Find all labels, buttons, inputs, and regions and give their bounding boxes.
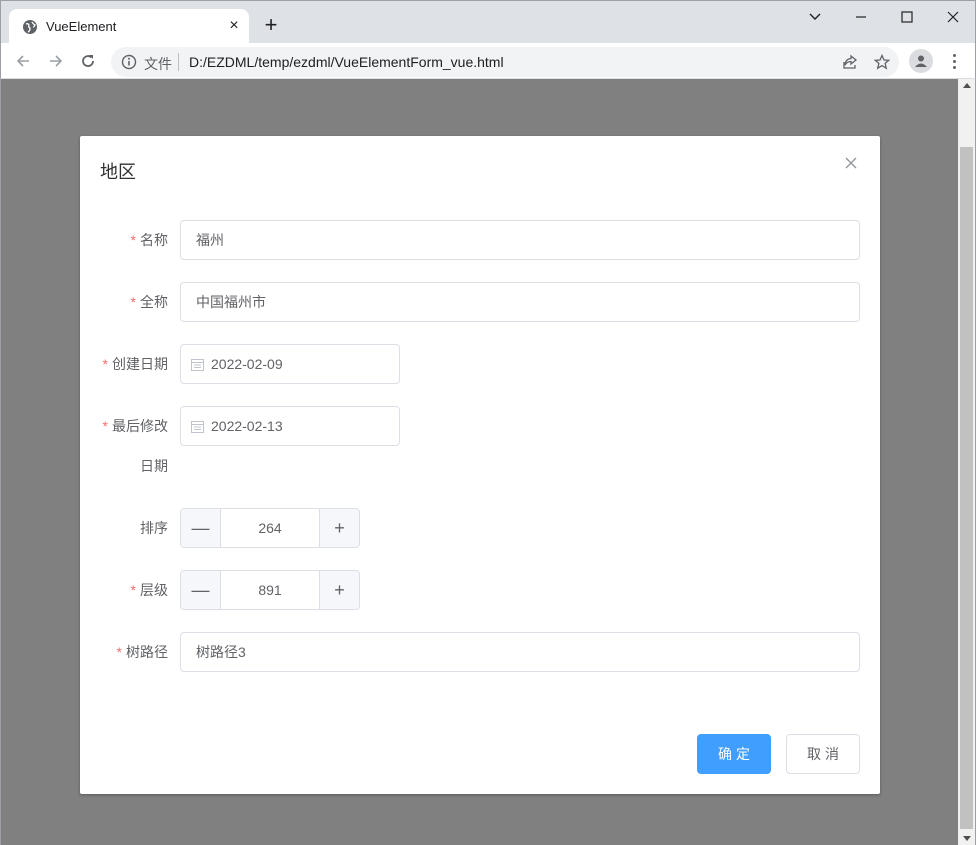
form-item-level: * 层级 — 891 +	[80, 570, 880, 610]
tree-path-label: * 树路径	[116, 644, 168, 660]
tree-path-input[interactable]: 树路径3	[180, 632, 860, 672]
bookmark-star-icon[interactable]	[874, 54, 890, 70]
full-name-label: * 全称	[130, 294, 168, 310]
tab-close-icon[interactable]: ×	[225, 17, 243, 35]
level-value[interactable]: 891	[221, 571, 319, 609]
address-bar[interactable]: 文件 D:/EZDML/temp/ezdml/VueElementForm_vu…	[111, 47, 899, 77]
more-menu-icon[interactable]	[944, 49, 964, 73]
created-date-label: * 创建日期	[102, 356, 168, 372]
created-date-value: 2022-02-09	[211, 356, 283, 372]
calendar-icon	[191, 421, 204, 433]
form-item-created-date: * 创建日期 2022-02-09	[80, 344, 880, 384]
form-item-name: * 名称 福州	[80, 220, 880, 260]
profile-avatar-icon[interactable]	[909, 49, 933, 73]
level-decrement-button[interactable]: —	[181, 571, 221, 609]
cancel-button[interactable]: 取消	[786, 734, 860, 774]
sort-increment-button[interactable]: +	[319, 509, 359, 547]
scroll-thumb[interactable]	[960, 147, 973, 829]
minimize-icon[interactable]	[838, 5, 884, 29]
level-increment-button[interactable]: +	[319, 571, 359, 609]
browser-toolbar: 文件 D:/EZDML/temp/ezdml/VueElementForm_vu…	[0, 43, 976, 79]
scroll-down-arrow-icon[interactable]	[963, 836, 971, 841]
sort-number-input: — 264 +	[180, 508, 360, 548]
form-item-sort: 排序 — 264 +	[80, 508, 880, 548]
info-icon[interactable]	[121, 54, 137, 70]
sort-label: 排序	[140, 520, 168, 536]
globe-icon	[23, 20, 37, 34]
form-item-modified-date: * 最后修改 日期 2022-02-13	[80, 406, 880, 474]
calendar-icon	[191, 359, 204, 371]
sort-decrement-button[interactable]: —	[181, 509, 221, 547]
region-dialog: 地区 * 名称 福州 * 全称 中国福州市 * 创建日期 2022-02-09 * 最后…	[80, 136, 880, 794]
modified-date-value: 2022-02-13	[211, 418, 283, 434]
dialog-close-icon[interactable]	[844, 156, 858, 170]
modified-date-picker[interactable]: 2022-02-13	[180, 406, 400, 446]
level-number-input: — 891 +	[180, 570, 360, 610]
browser-tab-bar: VueElement × +	[0, 0, 976, 44]
window-close-icon[interactable]	[930, 5, 976, 29]
form-item-full-name: * 全称 中国福州市	[80, 282, 880, 322]
forward-arrow-icon[interactable]	[44, 49, 68, 73]
sort-value[interactable]: 264	[221, 509, 319, 547]
modified-date-label: * 最后修改 日期	[102, 418, 168, 474]
reload-icon[interactable]	[76, 49, 100, 73]
share-icon[interactable]	[842, 54, 858, 70]
created-date-picker[interactable]: 2022-02-09	[180, 344, 400, 384]
tab-title: VueElement	[46, 19, 117, 34]
full-name-input[interactable]: 中国福州市	[180, 282, 860, 322]
omnibox-divider	[178, 53, 179, 71]
maximize-icon[interactable]	[884, 5, 930, 29]
new-tab-button[interactable]: +	[260, 14, 282, 36]
vertical-scrollbar[interactable]	[958, 79, 976, 845]
tab-search-chevron-icon[interactable]	[792, 5, 838, 29]
name-input[interactable]: 福州	[180, 220, 860, 260]
browser-tab[interactable]: VueElement ×	[9, 9, 249, 44]
level-label: * 层级	[130, 582, 168, 598]
url-text[interactable]: D:/EZDML/temp/ezdml/VueElementForm_vue.h…	[189, 54, 504, 70]
scroll-up-arrow-icon[interactable]	[963, 83, 971, 88]
dialog-title: 地区	[100, 162, 136, 182]
back-arrow-icon[interactable]	[11, 49, 35, 73]
scheme-label: 文件	[144, 56, 172, 72]
form-item-tree-path: * 树路径 树路径3	[80, 632, 880, 672]
confirm-button[interactable]: 确定	[697, 734, 771, 774]
name-label: * 名称	[130, 232, 168, 248]
